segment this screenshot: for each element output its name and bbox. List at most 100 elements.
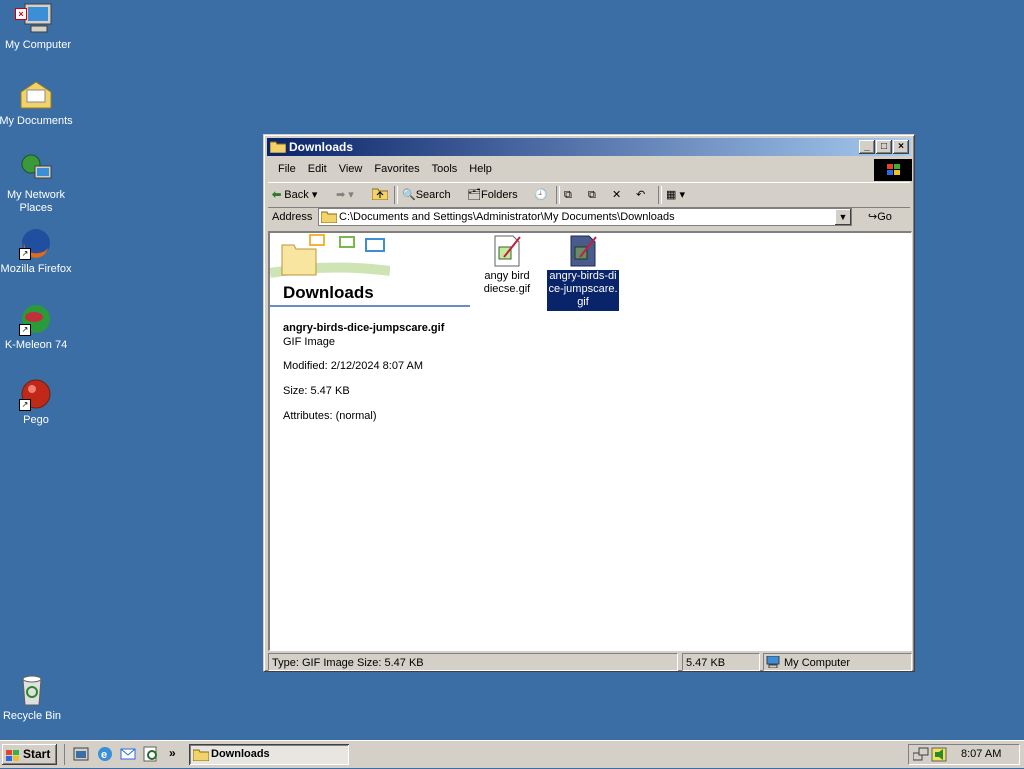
move-to-button[interactable]: ⧉ (564, 186, 572, 204)
address-value: C:\Documents and Settings\Administrator\… (339, 211, 675, 223)
internet-explorer-icon[interactable]: e (97, 746, 113, 765)
go-button[interactable]: ↪Go (868, 207, 892, 227)
folders-button[interactable]: 🗂Folders (467, 186, 518, 204)
address-folder-icon (320, 210, 338, 228)
desktop-icon-mozilla-firefox[interactable]: ↗ Mozilla Firefox (0, 226, 74, 276)
back-dropdown-icon[interactable]: ▾ (312, 189, 318, 201)
undo-icon: ↶ (636, 189, 646, 201)
file-item-label: angry-birds-dice-jumpscare.gif (547, 270, 619, 311)
menu-favorites[interactable]: Favorites (368, 159, 425, 179)
selected-size: Size: 5.47 KB (283, 385, 350, 397)
gif-image-icon (568, 235, 598, 267)
start-button[interactable]: Start (2, 744, 57, 765)
pego-icon: ↗ (19, 377, 53, 411)
selected-filetype: GIF Image (283, 336, 335, 348)
copy-to-button[interactable]: ⧉ (588, 186, 596, 204)
recycle-bin-icon (15, 673, 49, 707)
views-icon: ▦ ▾ (666, 189, 685, 201)
folder-view[interactable]: Downloads angry-birds-dice-jumpscare.gif… (268, 231, 912, 651)
window-titlebar[interactable]: Downloads _ □ × (267, 138, 911, 156)
menu-view[interactable]: View (333, 159, 369, 179)
menu-file[interactable]: File (272, 159, 302, 179)
folder-icon (269, 140, 287, 154)
desktop-icon-my-documents[interactable]: My Documents (0, 78, 74, 128)
volume-tray-icon[interactable] (931, 747, 947, 765)
minimize-button[interactable]: _ (859, 140, 875, 154)
desktop-icon-label: Recycle Bin (2, 710, 62, 722)
windows-logo-icon (874, 159, 912, 181)
forward-button[interactable]: ➡ ▾ (336, 186, 354, 204)
file-item-angry-birds-dice-jumpscare[interactable]: angry-birds-dice-jumpscare.gif (544, 235, 622, 311)
desktop-icon-k-meleon[interactable]: ↗ K-Meleon 74 (0, 302, 74, 352)
desktop-icon-label: My Documents (0, 115, 73, 127)
file-item-angy-bird-diecse[interactable]: angy bird diecse.gif (468, 235, 546, 296)
selected-attributes: Attributes: (normal) (283, 410, 377, 422)
menu-help[interactable]: Help (463, 159, 498, 179)
svg-text:e: e (101, 749, 107, 761)
menu-edit[interactable]: Edit (302, 159, 333, 179)
desktop-icon-pego[interactable]: ↗ Pego (0, 377, 74, 427)
window-title: Downloads (289, 140, 354, 154)
menu-tools[interactable]: Tools (426, 159, 464, 179)
taskbar-button-downloads[interactable]: Downloads (189, 744, 349, 765)
maximize-button[interactable]: □ (876, 140, 892, 154)
shortcut-arrow-icon: ↗ (19, 399, 31, 411)
clock[interactable]: 8:07 AM (961, 745, 1001, 764)
quick-launch: e » (64, 744, 185, 765)
shortcut-arrow-icon: ↗ (19, 324, 31, 336)
status-bar: Type: GIF Image Size: 5.47 KB 5.47 KB My… (268, 653, 912, 671)
documents-folder-icon (19, 78, 53, 112)
explorer-window[interactable]: Downloads _ □ × File Edit View Favorites Too… (263, 134, 915, 672)
history-button[interactable]: 🕘 (534, 186, 548, 204)
address-dropdown-button[interactable]: ▼ (835, 209, 851, 225)
status-size: 5.47 KB (682, 653, 760, 671)
taskbar: Start e » Downloads 8:07 AM (0, 740, 1024, 768)
desktop-icon-recycle-bin[interactable]: Recycle Bin (0, 673, 70, 723)
desktop-icon-my-network-places[interactable]: My Network Places (0, 152, 74, 215)
address-input[interactable]: C:\Documents and Settings\Administrator\… (318, 208, 852, 226)
network-tray-icon[interactable] (912, 747, 929, 765)
address-label: Address (272, 211, 313, 223)
desktop-icon-label: My Network Places (6, 189, 66, 214)
computer-small-icon (766, 655, 780, 670)
search-button[interactable]: 🔍Search (402, 186, 451, 204)
panel-heading: Downloads (283, 283, 374, 302)
status-location: My Computer (763, 653, 912, 671)
network-icon (19, 152, 53, 186)
address-bar: Address C:\Documents and Settings\Admini… (268, 207, 910, 229)
windows-flag-icon (6, 748, 20, 769)
up-folder-button[interactable] (371, 186, 389, 204)
selected-filename: angry-birds-dice-jumpscare.gif (283, 322, 445, 334)
desktop-icon-label: Pego (23, 414, 49, 426)
up-folder-icon (371, 188, 389, 201)
search-tray-icon[interactable] (143, 746, 159, 765)
gif-image-icon (492, 235, 522, 267)
delete-icon: ✕ (612, 189, 622, 201)
desktop-icon-label: My Computer (4, 39, 72, 51)
folder-icon (192, 748, 210, 769)
k-meleon-icon: ↗ (19, 302, 53, 336)
outlook-express-icon[interactable] (120, 746, 136, 765)
back-arrow-icon: ⬅ (272, 189, 282, 201)
quick-launch-chevron[interactable]: » (169, 744, 176, 762)
close-button[interactable]: × (893, 140, 909, 154)
history-icon: 🕘 (534, 189, 548, 201)
panel-banner-graphic (270, 233, 391, 279)
search-icon: 🔍 (402, 189, 416, 201)
system-tray: 8:07 AM (908, 744, 1020, 765)
go-arrow-icon: ↪ (868, 211, 878, 223)
views-button[interactable]: ▦ ▾ (666, 186, 685, 204)
desktop-icon-my-computer[interactable]: × My Computer (0, 2, 76, 52)
delete-button[interactable]: ✕ (612, 186, 621, 204)
menu-bar: File Edit View Favorites Tools Help (268, 159, 910, 179)
show-desktop-icon[interactable] (73, 746, 89, 765)
undo-button[interactable]: ↶ (636, 186, 645, 204)
status-info: Type: GIF Image Size: 5.47 KB (268, 653, 678, 671)
move-to-icon: ⧉ (564, 189, 572, 201)
folders-icon: 🗂 (467, 189, 481, 201)
standard-toolbar: ⬅ Back ▾ ➡ ▾ 🔍Search 🗂Folders 🕘 ⧉ ⧉ ✕ ↶ … (268, 182, 910, 208)
selected-modified: Modified: 2/12/2024 8:07 AM (283, 360, 424, 372)
copy-to-icon: ⧉ (588, 189, 596, 201)
back-button[interactable]: ⬅ Back ▾ (272, 186, 317, 204)
panel-heading-underline (270, 305, 470, 307)
